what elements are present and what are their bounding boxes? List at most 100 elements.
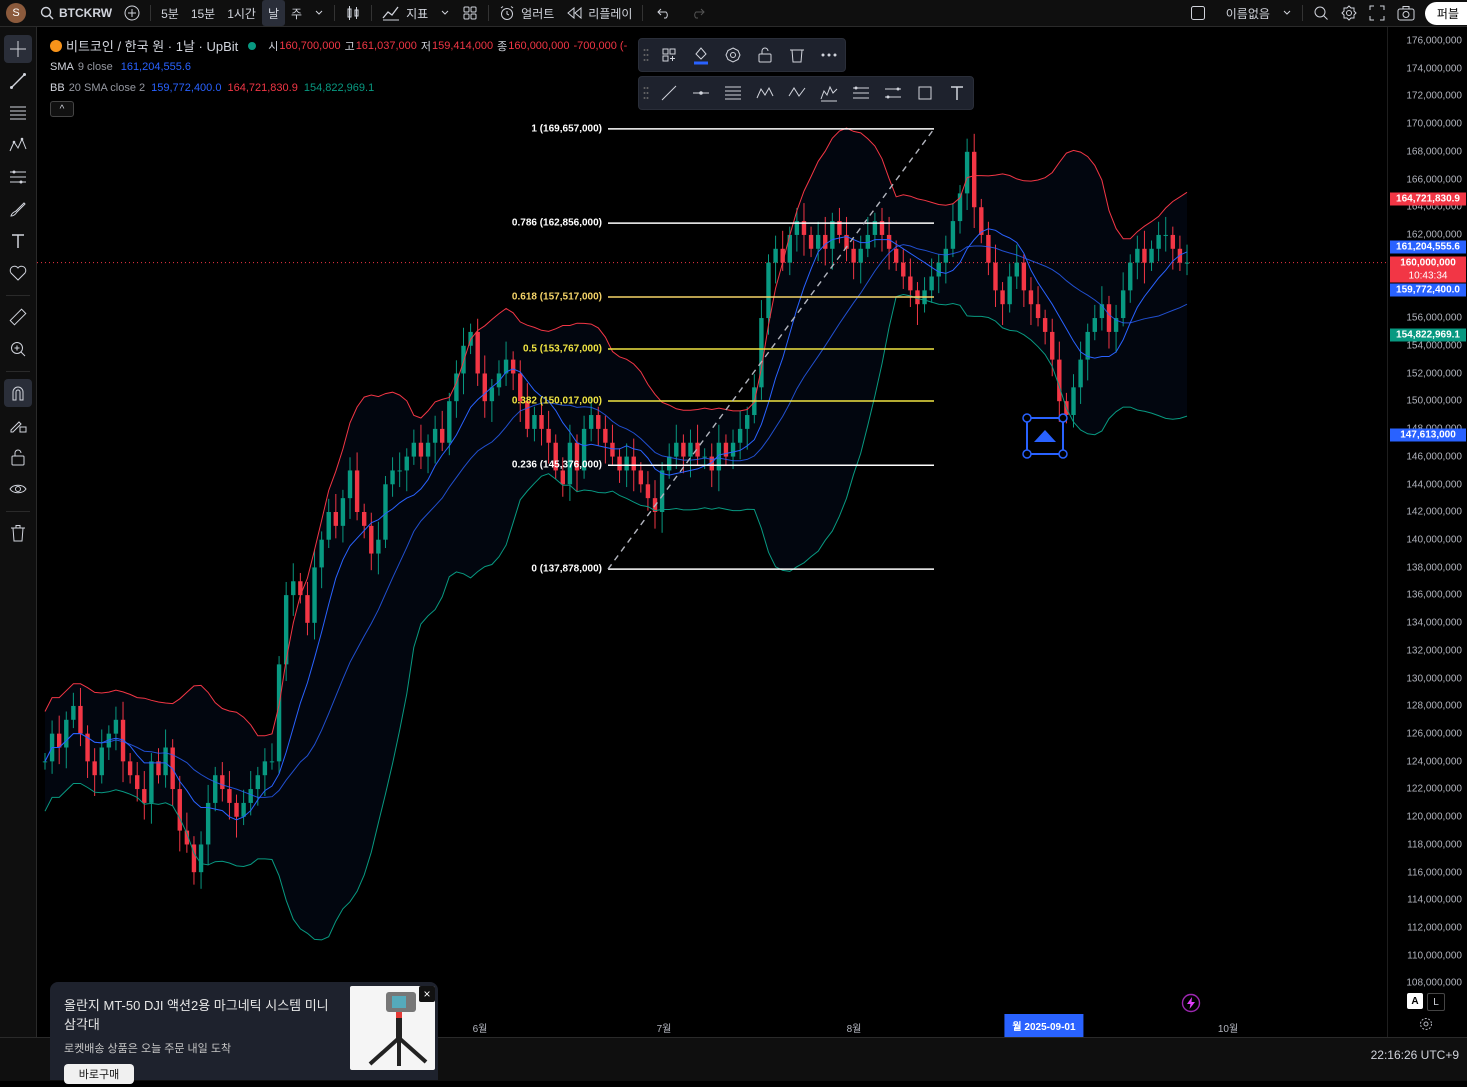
candle-body (901, 262, 906, 277)
price-axis[interactable]: 176,000,000 174,000,000 172,000,000 170,000… (1387, 27, 1467, 1037)
measure-tool[interactable] (4, 303, 32, 331)
replay-button[interactable]: 리플레이 (560, 0, 638, 26)
publish-button[interactable]: 퍼블 (1424, 1, 1467, 25)
candle-body (1071, 387, 1076, 416)
quick-search-button[interactable] (1307, 0, 1335, 26)
text-button[interactable] (941, 78, 973, 108)
price-tick-label: 162,000,000 (1406, 229, 1462, 241)
zoom-tool[interactable] (4, 335, 32, 363)
chart-pane[interactable] (37, 27, 1387, 1037)
indicators-dropdown[interactable] (434, 0, 456, 26)
crosshair-tool[interactable] (4, 35, 32, 63)
candles-icon (347, 6, 359, 20)
quick-action-button[interactable] (1181, 993, 1201, 1016)
redo-button[interactable] (681, 0, 715, 26)
templates-button[interactable] (456, 0, 484, 26)
sma-legend-row[interactable]: SMA 9 close 161,204,555.6 (50, 56, 627, 77)
log-scale-button[interactable]: L (1427, 993, 1445, 1011)
fullscreen-button[interactable] (1363, 0, 1391, 26)
settings-button[interactable] (1335, 0, 1363, 26)
candle-body (886, 234, 892, 249)
interval-1h[interactable]: 1시간 (221, 0, 262, 26)
search-spark-icon (1314, 6, 1328, 20)
parallel-channel-button[interactable] (877, 78, 909, 108)
remove-drawings-tool[interactable] (4, 519, 32, 547)
layout-name[interactable]: 이름없음 (1220, 0, 1276, 26)
undo-button[interactable] (647, 0, 681, 26)
compare-button[interactable] (118, 0, 146, 26)
ad-buy-button[interactable]: 바로구매 (64, 1064, 134, 1084)
candle-body (823, 234, 828, 249)
brush-tool[interactable] (4, 195, 32, 223)
candle-body (220, 775, 225, 790)
lock-button[interactable] (749, 40, 781, 70)
fib-channel-button[interactable] (845, 78, 877, 108)
bb-basis-badge: 159,772,400.0 (1390, 283, 1466, 297)
pattern-tool[interactable] (4, 131, 32, 159)
interval-1d[interactable]: 날 (261, 0, 286, 26)
line-color-button[interactable] (685, 40, 717, 70)
divider (6, 371, 30, 372)
rectangle-button[interactable] (909, 78, 941, 108)
symbol-search[interactable]: BTCKRW (34, 0, 118, 26)
chevron-down-icon (441, 10, 449, 15)
settings-button[interactable] (717, 40, 749, 70)
delete-button[interactable] (781, 40, 813, 70)
ad-banner[interactable]: 올란지 MT-50 DJI 액션2용 마그네틱 시스템 미니 삼각대 로켓배송 … (50, 982, 438, 1084)
auto-scale-button[interactable]: A (1407, 993, 1423, 1009)
trendline-button[interactable] (653, 78, 685, 108)
snapshot-button[interactable] (1391, 0, 1421, 26)
trendline-tool[interactable] (4, 67, 32, 95)
trash-icon (790, 49, 804, 63)
layout-button[interactable] (1184, 0, 1212, 26)
lock-drawings-tool[interactable] (4, 443, 32, 471)
bb-basis-value: 159,772,400.0 (151, 81, 222, 94)
user-avatar[interactable]: S (6, 3, 26, 23)
elliott-wave-button[interactable] (813, 78, 845, 108)
abcd-button[interactable] (781, 78, 813, 108)
stay-drawing-tool[interactable] (4, 411, 32, 439)
paint-bucket-icon (694, 47, 708, 65)
layout-dropdown[interactable] (1276, 0, 1298, 26)
drawing-toolbar (0, 27, 37, 1082)
drag-handle[interactable] (639, 78, 653, 108)
drag-handle[interactable] (639, 40, 653, 70)
text-tool[interactable] (4, 227, 32, 255)
close-icon[interactable]: × (419, 986, 435, 1002)
interval-1w[interactable]: 주 (285, 0, 308, 26)
icon-tool[interactable] (4, 259, 32, 287)
price-chart[interactable] (37, 27, 1387, 1012)
candle-body (893, 248, 899, 263)
xabcd-button[interactable] (749, 78, 781, 108)
legend-collapse-button[interactable]: ^ (50, 101, 74, 117)
gear-icon (1420, 1018, 1432, 1030)
price-tick-label: 132,000,000 (1406, 645, 1462, 657)
fib-tool[interactable] (4, 99, 32, 127)
chevron-up-icon: ^ (59, 103, 65, 115)
candle-body (808, 234, 814, 249)
candle-body (539, 415, 544, 429)
prediction-tool[interactable] (4, 163, 32, 191)
interval-dropdown[interactable] (308, 0, 330, 26)
fib-button[interactable] (717, 78, 749, 108)
ad-title[interactable]: 올란지 MT-50 DJI 액션2용 마그네틱 시스템 미니 삼각대 (64, 996, 344, 1034)
indicators-button[interactable]: 지표 (376, 0, 434, 26)
candle-body (1035, 304, 1041, 319)
interval-15m[interactable]: 15분 (185, 0, 221, 26)
hide-drawings-tool[interactable] (4, 475, 32, 503)
candle-body (510, 359, 516, 374)
axis-settings-button[interactable] (1419, 1017, 1433, 1034)
more-button[interactable] (813, 40, 845, 70)
fib-level-label: 0.618 (157,517,000) (511, 291, 602, 303)
chart-type-button[interactable] (339, 0, 367, 26)
horizontal-ray-button[interactable] (685, 78, 717, 108)
magnet-tool[interactable] (4, 379, 32, 407)
clock[interactable]: 22:16:26 UTC+9 (1371, 1048, 1459, 1062)
time-label-june: 6월 (472, 1024, 488, 1035)
interval-5m[interactable]: 5분 (155, 0, 185, 26)
templates-button[interactable] (653, 40, 685, 70)
candle-body (156, 761, 161, 776)
alert-button[interactable]: 얼러트 (493, 0, 560, 26)
bb-legend-row[interactable]: BB 20 SMA close 2 159,772,400.0 164,721,… (50, 77, 627, 98)
close-label: 종 (497, 40, 508, 53)
